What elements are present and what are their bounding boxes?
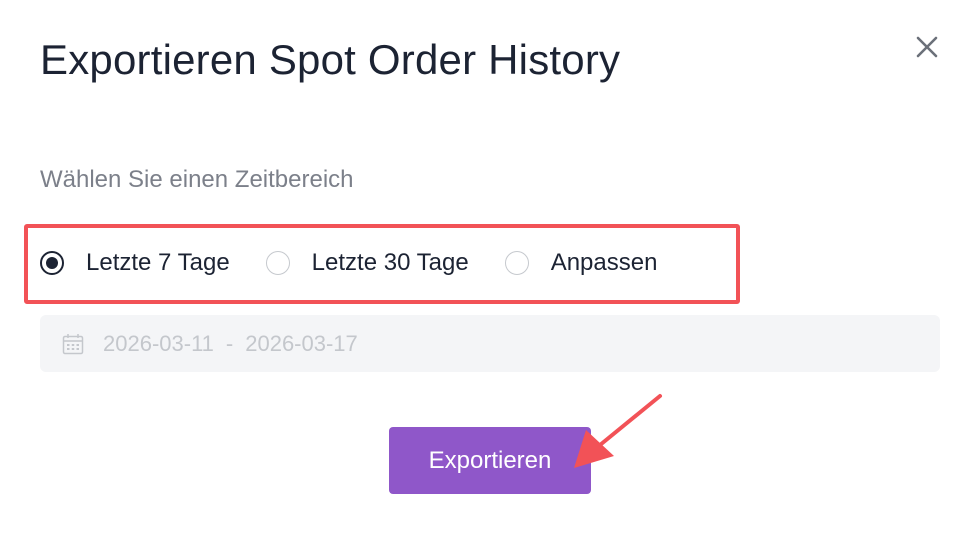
radio-last-7-days[interactable]: Letzte 7 Tage [40,249,230,277]
calendar-icon [62,333,84,354]
radio-button-checked[interactable] [40,251,64,275]
time-range-label: Wählen Sie einen Zeitbereich [40,166,354,193]
time-range-radio-group: Letzte 7 Tage Letzte 30 Tage Anpassen [40,246,693,280]
radio-label: Letzte 7 Tage [86,249,230,276]
date-end[interactable]: 2026-03-17 [245,331,358,357]
radio-custom[interactable]: Anpassen [504,249,658,277]
export-button[interactable]: Exportieren [389,427,591,494]
close-icon [916,36,938,58]
radio-label: Anpassen [550,249,658,276]
date-range-picker[interactable]: 2026-03-11 - 2026-03-17 [40,315,940,372]
radio-label: Letzte 30 Tage [311,249,469,276]
radio-button[interactable] [265,251,290,275]
close-button[interactable] [912,32,942,62]
date-start[interactable]: 2026-03-11 [103,331,214,357]
dialog-title: Exportieren Spot Order History [40,36,621,83]
radio-last-30-days[interactable]: Letzte 30 Tage [265,249,469,277]
date-separator: - [225,330,234,356]
export-dialog: Exportieren Spot Order History Wählen Si… [0,0,974,538]
radio-button[interactable] [504,251,529,275]
